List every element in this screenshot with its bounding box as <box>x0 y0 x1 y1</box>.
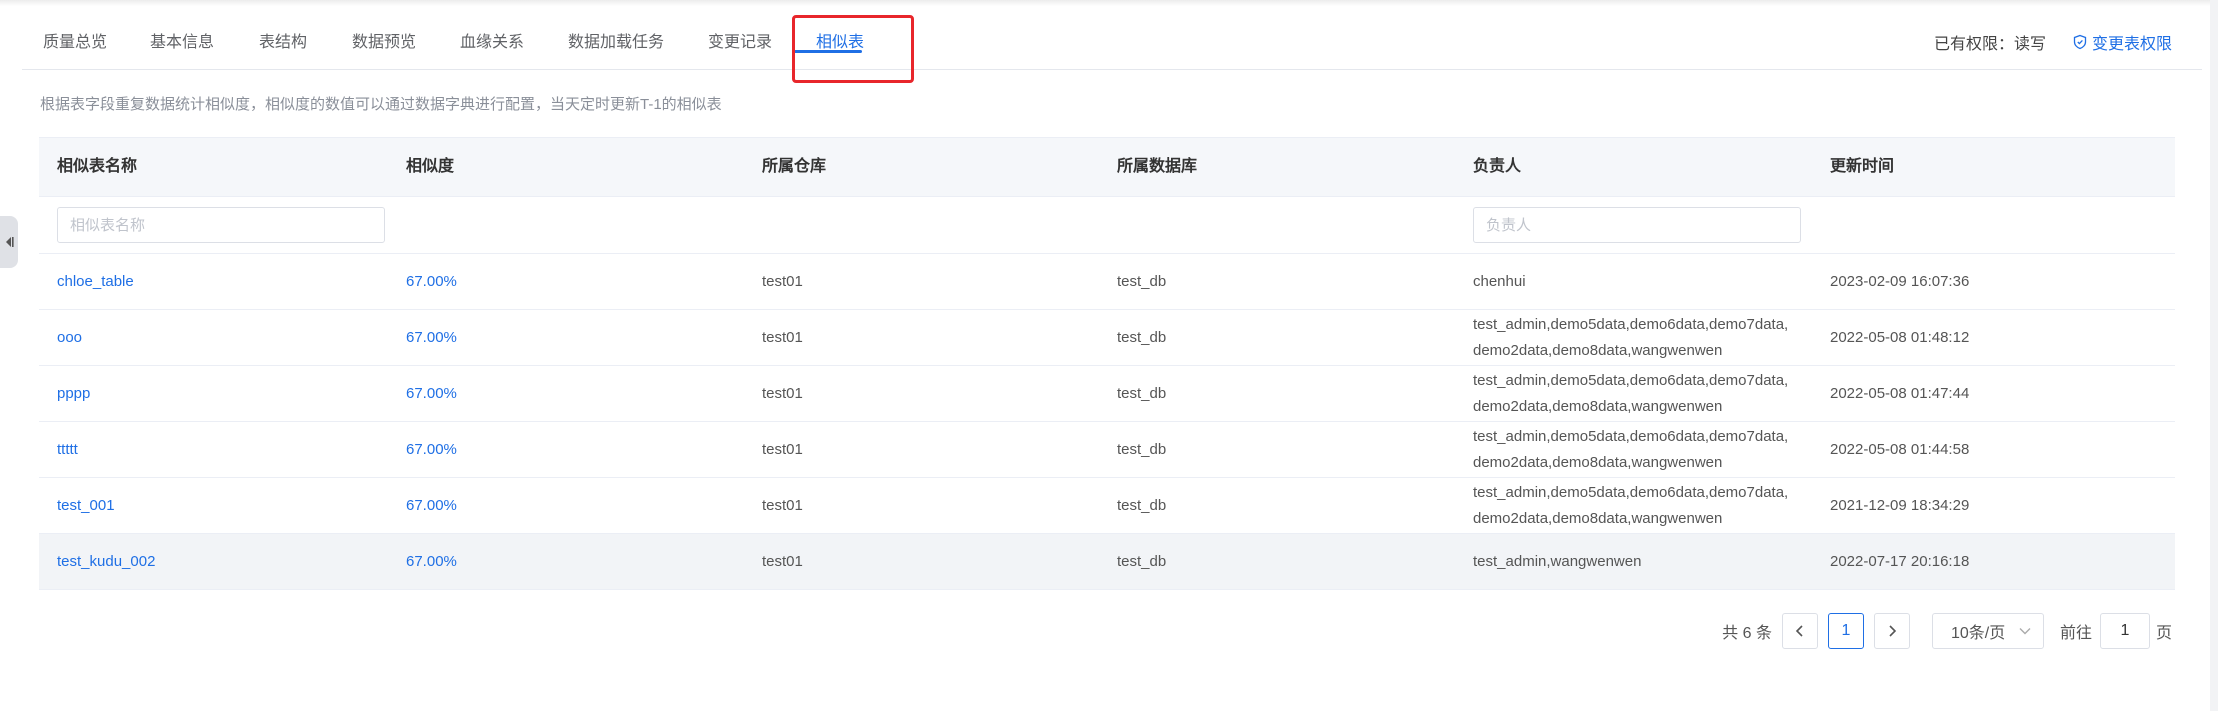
database-cell: test_db <box>1117 384 1167 402</box>
owner-line-1: test_admin,demo5data,demo6data,demo7data… <box>1473 427 1789 445</box>
updated-time-cell: 2021-12-09 18:34:29 <box>1830 496 1970 514</box>
tab-data-preview[interactable]: 数据预览 <box>352 28 416 52</box>
header-similarity: 相似度 <box>406 158 455 175</box>
owner-cell: test_admin,demo5data,demo6data,demo7data… <box>1473 422 1813 477</box>
header-warehouse: 所属仓库 <box>762 158 827 175</box>
name-filter-cell <box>57 197 387 253</box>
similarity-link[interactable]: 67.00% <box>406 493 457 519</box>
warehouse-cell: test01 <box>762 384 803 402</box>
updated-time-cell: 2022-07-17 20:16:18 <box>1830 552 1970 570</box>
pagination: 共 6 条 1 10条/页 前往 页 <box>1722 613 2172 649</box>
table-name-link[interactable]: pppp <box>57 381 90 407</box>
owner-line-1: test_admin,demo5data,demo6data,demo7data… <box>1473 371 1789 389</box>
table-row: chloe_table 67.00% test01 test_db chenhu… <box>39 254 2175 310</box>
table-row: test_001 67.00% test01 test_db test_admi… <box>39 478 2175 534</box>
chevron-left-icon <box>1795 625 1803 637</box>
owner-cell: test_admin,demo5data,demo6data,demo7data… <box>1473 478 1813 533</box>
table-name-filter-input[interactable] <box>57 207 385 243</box>
description-text: 根据表字段重复数据统计相似度，相似度的数值可以通过数据字典进行配置，当天定时更新… <box>40 96 722 113</box>
owner-line-1: test_admin,wangwenwen <box>1473 552 1642 570</box>
chevron-down-icon <box>2019 628 2031 635</box>
tab-data-load-tasks[interactable]: 数据加载任务 <box>568 28 664 52</box>
warehouse-cell: test01 <box>762 552 803 570</box>
database-cell: test_db <box>1117 440 1167 458</box>
owner-line-1: chenhui <box>1473 272 1526 290</box>
page: 质量总览 基本信息 表结构 数据预览 血缘关系 数据加载任务 变更记录 相似表 … <box>0 0 2218 711</box>
owner-line-1: test_admin,demo5data,demo6data,demo7data… <box>1473 483 1789 501</box>
active-tab-indicator <box>794 50 862 53</box>
goto-page-input[interactable] <box>2099 613 2150 649</box>
table-name-link[interactable]: ooo <box>57 325 82 351</box>
similarity-link[interactable]: 67.00% <box>406 437 457 463</box>
database-cell: test_db <box>1117 552 1167 570</box>
table-name-link[interactable]: test_001 <box>57 493 115 519</box>
collapse-arrow-icon <box>6 237 14 247</box>
tab-bar: 质量总览 基本信息 表结构 数据预览 血缘关系 数据加载任务 变更记录 相似表 <box>22 14 2202 70</box>
header-database: 所属数据库 <box>1117 158 1198 175</box>
table-header-row: 相似表名称 相似度 所属仓库 所属数据库 负责人 更新时间 <box>39 138 2175 197</box>
tab-basic-info[interactable]: 基本信息 <box>150 28 214 52</box>
goto-label: 前往 <box>2059 625 2092 642</box>
table-row: test_kudu_002 67.00% test01 test_db test… <box>39 534 2175 590</box>
table-name-link[interactable]: ttttt <box>57 437 78 463</box>
shield-icon <box>2073 34 2087 50</box>
table-row: pppp 67.00% test01 test_db test_admin,de… <box>39 366 2175 422</box>
updated-time-cell: 2022-05-08 01:44:58 <box>1830 440 1970 458</box>
owner-line-1: test_admin,demo5data,demo6data,demo7data… <box>1473 315 1789 333</box>
updated-time-cell: 2022-05-08 01:48:12 <box>1830 328 1970 346</box>
owner-cell: test_admin,demo5data,demo6data,demo7data… <box>1473 310 1813 365</box>
tab-lineage[interactable]: 血缘关系 <box>460 28 524 52</box>
page-size-select[interactable]: 10条/页 <box>1931 613 2044 649</box>
header-table-name: 相似表名称 <box>57 158 138 175</box>
database-cell: test_db <box>1117 496 1167 514</box>
warehouse-cell: test01 <box>762 328 803 346</box>
owner-cell: test_admin,demo5data,demo6data,demo7data… <box>1473 366 1813 421</box>
tab-quality-overview[interactable]: 质量总览 <box>43 28 107 52</box>
pagination-total: 共 6 条 <box>1722 625 1772 642</box>
tab-similar-tables[interactable]: 相似表 <box>816 28 864 52</box>
similarity-link[interactable]: 67.00% <box>406 325 457 351</box>
table-name-link[interactable]: test_kudu_002 <box>57 549 155 575</box>
top-shadow <box>0 0 2218 6</box>
change-permission-label: 变更表权限 <box>2091 36 2172 53</box>
owner-line-2: demo2data,demo8data,wangwenwen <box>1473 397 1723 415</box>
right-scroll-strip <box>2210 0 2218 711</box>
similarity-link[interactable]: 67.00% <box>406 549 457 575</box>
table-row: ttttt 67.00% test01 test_db test_admin,d… <box>39 422 2175 478</box>
page-size-value: 10条/页 <box>1950 625 2006 642</box>
tab-change-log[interactable]: 变更记录 <box>708 28 772 52</box>
header-owner: 负责人 <box>1473 158 1522 175</box>
change-permission-link[interactable]: 变更表权限 <box>2072 30 2172 54</box>
similarity-link[interactable]: 67.00% <box>406 381 457 407</box>
similar-tables-table: 相似表名称 相似度 所属仓库 所属数据库 负责人 更新时间 chloe_tabl… <box>39 137 2175 590</box>
owner-line-2: demo2data,demo8data,wangwenwen <box>1473 453 1723 471</box>
warehouse-cell: test01 <box>762 496 803 514</box>
next-page-button[interactable] <box>1873 613 1910 649</box>
table-filter-row <box>39 197 2175 254</box>
updated-time-cell: 2022-05-08 01:47:44 <box>1830 384 1970 402</box>
owner-filter-cell <box>1473 197 1813 253</box>
updated-time-cell: 2023-02-09 16:07:36 <box>1830 272 1970 290</box>
prev-page-button[interactable] <box>1781 613 1818 649</box>
owner-filter-input[interactable] <box>1473 207 1801 243</box>
sidebar-collapse-handle[interactable] <box>0 216 18 268</box>
database-cell: test_db <box>1117 328 1167 346</box>
database-cell: test_db <box>1117 272 1167 290</box>
page-suffix: 页 <box>2155 625 2172 642</box>
owner-line-2: demo2data,demo8data,wangwenwen <box>1473 341 1723 359</box>
similarity-link[interactable]: 67.00% <box>406 269 457 295</box>
owner-line-2: demo2data,demo8data,wangwenwen <box>1473 509 1723 527</box>
chevron-right-icon <box>1889 625 1897 637</box>
header-updated-time: 更新时间 <box>1830 158 1895 175</box>
owner-cell: test_admin,wangwenwen <box>1473 534 1813 589</box>
table-row: ooo 67.00% test01 test_db test_admin,dem… <box>39 310 2175 366</box>
permission-status: 已有权限：读写 <box>1933 36 2046 53</box>
warehouse-cell: test01 <box>762 440 803 458</box>
page-number-button[interactable]: 1 <box>1827 613 1864 649</box>
table-name-link[interactable]: chloe_table <box>57 269 134 295</box>
tab-table-structure[interactable]: 表结构 <box>259 28 307 52</box>
owner-cell: chenhui <box>1473 254 1813 309</box>
warehouse-cell: test01 <box>762 272 803 290</box>
